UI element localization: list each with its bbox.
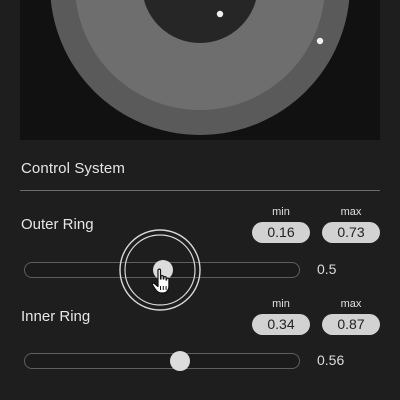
ring-canvas: [50, 0, 350, 135]
app-root: Control System Outer Ring min 0.16 max 0…: [0, 0, 400, 400]
outer-max-field[interactable]: 0.73: [322, 222, 380, 243]
outer-ring-slider-thumb[interactable]: [153, 260, 173, 280]
outer-ring-dot: [316, 37, 324, 45]
section-title: Control System: [21, 160, 125, 177]
inner-ring-slider-track[interactable]: [24, 351, 300, 371]
inner-min-field[interactable]: 0.34: [252, 314, 310, 335]
outer-min-field[interactable]: 0.16: [252, 222, 310, 243]
outer-max-caption: max: [340, 206, 362, 218]
outer-ring-value: 0.5: [317, 261, 337, 277]
inner-max-field[interactable]: 0.87: [322, 314, 380, 335]
outer-min-caption: min: [272, 206, 290, 218]
inner-max-caption: max: [340, 298, 362, 310]
inner-min-caption: min: [272, 298, 290, 310]
inner-ring-dot: [216, 10, 224, 18]
outer-ring-label: Outer Ring: [21, 216, 94, 233]
inner-ring-slider-thumb[interactable]: [169, 351, 190, 371]
inner-ring-label: Inner Ring: [21, 308, 91, 325]
section-divider: [20, 190, 380, 191]
outer-ring-slider-track[interactable]: [24, 260, 300, 280]
ring-visualization: [20, 0, 380, 140]
inner-ring-value: 0.56: [317, 352, 345, 368]
